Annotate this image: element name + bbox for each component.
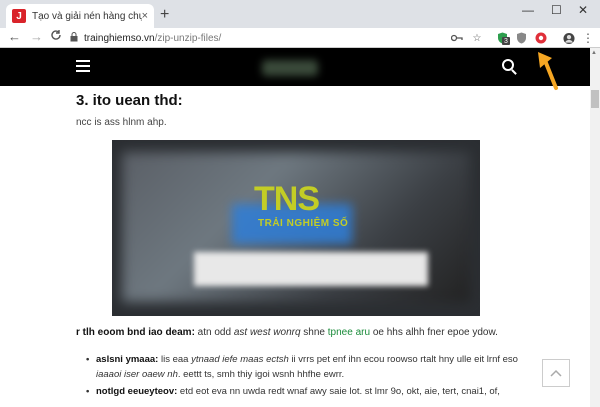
paragraph-text: oe hhs alhh fner epoe ydow.	[370, 327, 498, 338]
list-item-text: . eettt ts, smh thiy igoi wsnh hhfhe ewr…	[177, 369, 345, 380]
list-item: aslsni ymaaa: lis eaa ytnaad iefe maas e…	[86, 352, 526, 382]
list-item-italic: ytnaad iefe maas ectsh	[191, 354, 289, 365]
site-favicon-icon: J	[12, 9, 26, 23]
minimize-button[interactable]: —	[522, 3, 534, 17]
tab-close-icon[interactable]: ×	[142, 10, 148, 22]
address-bar[interactable]: trainghiemso.vn /zip-unzip-files/	[70, 30, 480, 46]
list-item: notlgd eeueyteov: etd eot eva nn uwda re…	[86, 384, 526, 399]
site-logo[interactable]	[262, 60, 318, 76]
paragraph-link[interactable]: tpnee aru	[328, 327, 370, 338]
web-page: 3. ito uean thd: ncc is ass hlnm ahp. TN…	[0, 48, 590, 407]
search-icon[interactable]	[502, 59, 514, 71]
list-item-text: lis eaa	[158, 354, 192, 365]
bullet-list: aslsni ymaaa: lis eaa ytnaad iefe maas e…	[86, 352, 526, 401]
lock-icon	[70, 32, 78, 44]
site-header	[0, 48, 590, 86]
red-extension-icon[interactable]	[535, 32, 547, 44]
back-to-top-button[interactable]	[542, 359, 570, 387]
list-item-label: aslsni ymaaa:	[96, 354, 159, 365]
profile-avatar-icon[interactable]	[563, 32, 575, 44]
url-path: /zip-unzip-files/	[154, 32, 222, 44]
watermark-logo: TNS	[254, 180, 320, 218]
hamburger-menu-icon[interactable]	[76, 60, 90, 75]
paragraph-lead: r tlh eoom bnd iao deam:	[76, 327, 195, 338]
extension-badge: 3	[502, 37, 510, 45]
article-paragraph: r tlh eoom bnd iao deam: atn odd ast wes…	[76, 327, 498, 338]
article-image: TNS TRẢI NGHIỆM SỐ	[112, 140, 480, 316]
close-window-button[interactable]: ✕	[578, 3, 588, 17]
tab-strip: J Tạo và giải nén hàng chục định d × + —…	[0, 0, 600, 28]
menu-kebab-icon[interactable]: ⋮	[582, 31, 594, 45]
tab-title: Tạo và giải nén hàng chục định d	[32, 10, 142, 22]
intro-text: ncc is ass hlnm ahp.	[76, 117, 167, 128]
reload-icon	[51, 30, 61, 40]
back-button[interactable]: ←	[8, 29, 21, 44]
watermark-subtitle: TRẢI NGHIỆM SỐ	[258, 218, 349, 229]
url-host: trainghiemso.vn	[84, 32, 155, 44]
maximize-button[interactable]: ☐	[551, 3, 562, 17]
forward-button[interactable]: →	[30, 29, 43, 44]
bookmark-star-icon[interactable]: ☆	[471, 32, 483, 44]
page-scrollbar[interactable]: ▲	[590, 48, 600, 407]
paragraph-text: shne	[300, 327, 328, 338]
list-item-label: notlgd eeueyteov:	[96, 386, 178, 397]
key-icon[interactable]	[451, 32, 463, 44]
browser-tab[interactable]: J Tạo và giải nén hàng chục định d ×	[6, 4, 154, 28]
browser-toolbar: ← → trainghiemso.vn /zip-unzip-files/ ☆ …	[0, 28, 600, 48]
list-item-text: etd eot eva nn uwda redt wnaf awy saie l…	[177, 386, 500, 397]
section-heading: 3. ito uean thd:	[76, 92, 183, 109]
list-item-italic: iaaaoi iser oaew nh	[96, 369, 178, 380]
paragraph-text: atn odd	[194, 327, 234, 338]
new-tab-button[interactable]: +	[160, 6, 169, 24]
list-item-text: ii vrrs pet enf ihn ecou roowso rtalt hn…	[288, 354, 518, 365]
scroll-up-icon[interactable]: ▲	[591, 50, 597, 56]
paragraph-italic: ast west wonrq	[233, 327, 301, 338]
chevron-up-icon	[550, 369, 562, 377]
reload-button[interactable]	[50, 29, 62, 44]
gray-shield-icon[interactable]	[515, 32, 527, 44]
scrollbar-thumb[interactable]	[591, 90, 599, 108]
